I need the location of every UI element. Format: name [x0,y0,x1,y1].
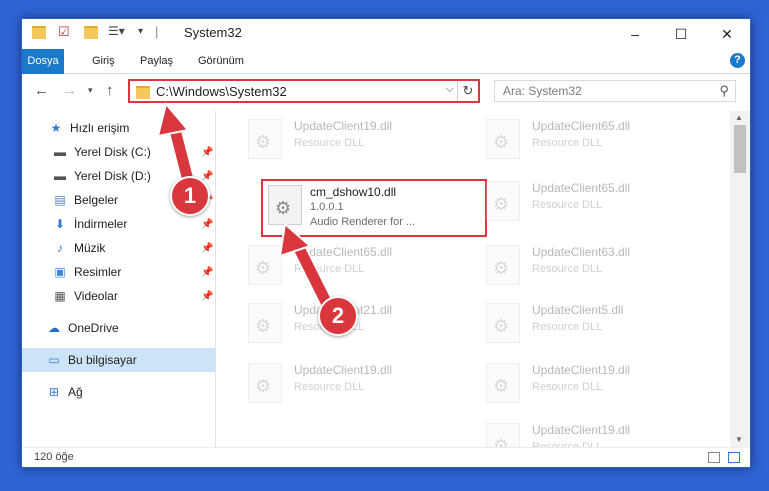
step-2-badge: 2 [318,296,358,336]
step-1-badge: 1 [170,176,210,216]
arrow-2 [278,222,336,314]
annotation-arrows [156,101,336,314]
